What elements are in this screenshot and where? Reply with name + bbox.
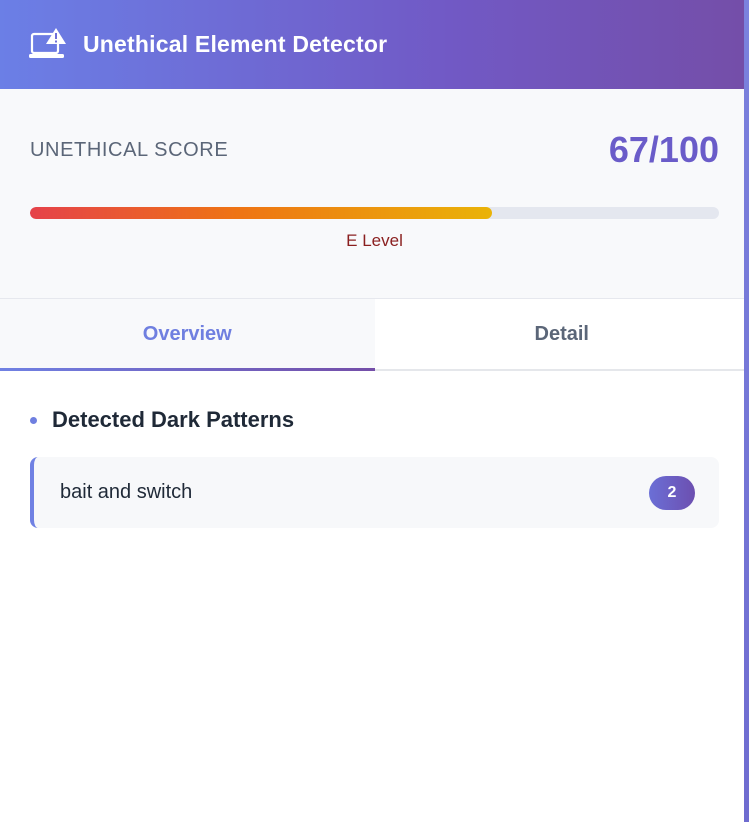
score-section: UNETHICAL SCORE 67/100 E Level <box>0 89 749 299</box>
scrollbar[interactable] <box>744 0 749 822</box>
tab-bar: Overview Detail <box>0 299 749 371</box>
detector-panel: Unethical Element Detector UNETHICAL SCO… <box>0 0 749 822</box>
app-header: Unethical Element Detector <box>0 0 749 89</box>
pattern-name: bait and switch <box>60 481 193 503</box>
app-title: Unethical Element Detector <box>83 31 388 57</box>
score-label: UNETHICAL SCORE <box>30 139 229 161</box>
score-level: E Level <box>346 231 403 250</box>
score-progress-fill <box>30 207 492 219</box>
section-heading: Detected Dark Patterns <box>30 407 719 433</box>
bullet-dot-icon <box>30 416 37 424</box>
overview-content: Detected Dark Patterns bait and switch 2 <box>0 407 749 528</box>
laptop-warning-icon <box>29 27 67 62</box>
score-progress-bar <box>30 207 719 219</box>
pattern-count-badge: 2 <box>649 475 695 510</box>
tab-detail[interactable]: Detail <box>374 299 749 369</box>
tab-overview[interactable]: Overview <box>0 299 375 371</box>
pattern-item[interactable]: bait and switch 2 <box>30 457 719 528</box>
section-heading-text: Detected Dark Patterns <box>52 407 295 432</box>
score-value: 67/100 <box>608 129 719 170</box>
